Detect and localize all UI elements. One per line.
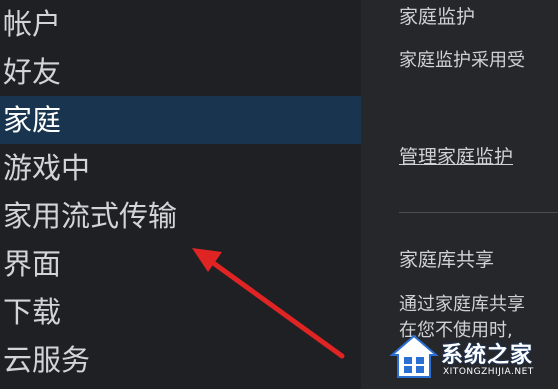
sidebar-item-remote-play[interactable]: 家用流式传输 <box>0 192 361 240</box>
settings-content-panel: 家庭监护 家庭监护采用受 管理家庭监护 家庭库共享 通过家庭库共享 在您不使用时… <box>361 0 558 389</box>
settings-sidebar: 帐户 好友 家庭 游戏中 家用流式传输 界面 下载 云服务 <box>0 0 361 389</box>
sidebar-item-account[interactable]: 帐户 <box>0 0 361 48</box>
sidebar-item-friends[interactable]: 好友 <box>0 48 361 96</box>
family-view-description: 家庭监护采用受 <box>399 50 525 71</box>
watermark-text: 系统之家 <box>441 343 534 368</box>
sidebar-item-in-game[interactable]: 游戏中 <box>0 144 361 192</box>
house-logo-icon <box>389 334 439 378</box>
sidebar-item-downloads[interactable]: 下载 <box>0 288 361 336</box>
watermark-logo: 系统之家 XITONGZHIJIA.NET <box>389 333 554 383</box>
library-sharing-desc-line1: 通过家庭库共享 <box>399 294 525 315</box>
sidebar-item-cloud[interactable]: 云服务 <box>0 336 361 384</box>
watermark-url: XITONGZHIJIA.NET <box>443 367 534 377</box>
library-sharing-heading: 家庭库共享 <box>399 249 495 271</box>
sidebar-item-interface[interactable]: 界面 <box>0 240 361 288</box>
family-view-heading: 家庭监护 <box>399 6 476 28</box>
manage-family-view-link[interactable]: 管理家庭监护 <box>399 142 513 169</box>
section-divider <box>399 212 558 213</box>
sidebar-item-family[interactable]: 家庭 <box>0 96 361 144</box>
